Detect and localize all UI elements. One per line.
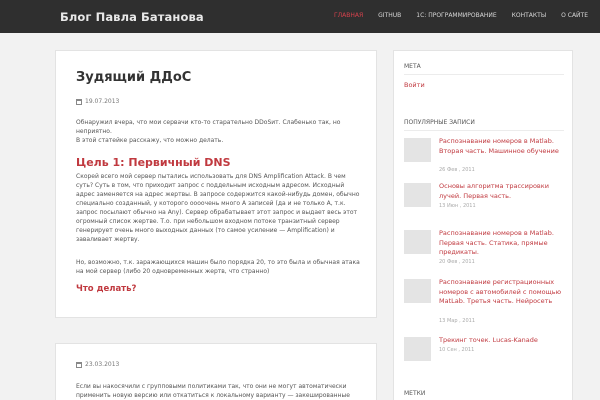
- popular-post-title[interactable]: Трекинг точек. Lucas-Kanade: [439, 336, 567, 346]
- post-paragraph: Если вы накосячили с групповыми политика…: [76, 383, 350, 399]
- post-thumbnail[interactable]: [404, 279, 431, 303]
- nav-item-github[interactable]: GITHUB: [378, 12, 401, 19]
- site-title[interactable]: Блог Павла Батанова: [60, 10, 204, 24]
- nav-item-1c-programming[interactable]: 1С: ПРОГРАММИРОВАНИЕ: [416, 12, 496, 19]
- calendar-icon: [76, 98, 82, 105]
- popular-post-title[interactable]: Основы алгоритма трассировки лучей. Перв…: [439, 182, 567, 201]
- post-date: 19.07.2013: [76, 98, 119, 105]
- post-card: Зудящий ДДоС 19.07.2013 Обнаружил вчера,…: [55, 50, 377, 318]
- post-thumbnail[interactable]: [404, 183, 431, 207]
- main-nav: ГЛАВНАЯ GITHUB 1С: ПРОГРАММИРОВАНИЕ КОНТ…: [319, 12, 588, 19]
- popular-post-date: 10 Сен , 2011: [439, 347, 475, 353]
- post-date: 23.03.2013: [76, 361, 119, 368]
- popular-post-date: 13 Июн , 2011: [439, 203, 476, 209]
- post-date-text: 23.03.2013: [85, 361, 120, 368]
- popular-post-item[interactable]: Распознавание номеров в Matlab. Первая ч…: [404, 229, 569, 269]
- nav-item-contacts[interactable]: КОНТАКТЫ: [512, 12, 546, 19]
- popular-post-item[interactable]: Распознавание регистрационных номеров с …: [404, 278, 569, 324]
- popular-post-date: 13 Мар , 2011: [439, 318, 475, 324]
- nav-item-home[interactable]: ГЛАВНАЯ: [334, 12, 363, 19]
- post-paragraph: Скорей всего мой сервер пытались использ…: [76, 173, 360, 243]
- divider: [404, 74, 564, 75]
- popular-post-date: 20 Фев , 2011: [439, 259, 475, 265]
- post-heading-what-to-do: Что делать?: [76, 284, 137, 294]
- sidebar: МЕТА Войти ПОПУЛЯРНЫЕ ЗАПИСИ Распознаван…: [393, 50, 573, 400]
- popular-post-item[interactable]: Трекинг точек. Lucas-Kanade 10 Сен , 201…: [404, 336, 569, 376]
- widget-title-meta: МЕТА: [404, 63, 421, 70]
- popular-post-title[interactable]: Распознавание номеров в Matlab. Первая ч…: [439, 229, 567, 258]
- post-thumbnail[interactable]: [404, 138, 431, 162]
- post-card: 23.03.2013 Если вы накосячили с групповы…: [55, 343, 377, 400]
- post-paragraph: Но, возможно, т.к. заражающихся машин бы…: [76, 259, 360, 275]
- popular-post-date: 26 Фев , 2011: [439, 167, 475, 173]
- post-thumbnail[interactable]: [404, 337, 431, 361]
- popular-post-title[interactable]: Распознавание регистрационных номеров с …: [439, 278, 567, 307]
- top-navbar: Блог Павла Батанова ГЛАВНАЯ GITHUB 1С: П…: [0, 0, 600, 33]
- login-link[interactable]: Войти: [404, 81, 425, 89]
- popular-post-title[interactable]: Распознавание номеров в Matlab. Вторая ч…: [439, 137, 567, 156]
- post-thumbnail[interactable]: [404, 230, 431, 254]
- post-date-text: 19.07.2013: [85, 98, 120, 105]
- popular-post-item[interactable]: Основы алгоритма трассировки лучей. Перв…: [404, 182, 569, 222]
- post-heading-dns: Цель 1: Первичный DNS: [76, 156, 231, 169]
- nav-item-about[interactable]: О САЙТЕ: [561, 12, 588, 19]
- widget-title-popular: ПОПУЛЯРНЫЕ ЗАПИСИ: [404, 119, 475, 126]
- popular-post-item[interactable]: Распознавание номеров в Matlab. Вторая ч…: [404, 137, 569, 177]
- post-intro: Обнаружил вчера, что мои сервачи кто-то …: [76, 119, 341, 144]
- widget-title-tags: МЕТКИ: [404, 390, 426, 397]
- calendar-icon: [76, 361, 82, 368]
- post-title[interactable]: Зудящий ДДоС: [76, 70, 191, 85]
- divider: [404, 130, 564, 131]
